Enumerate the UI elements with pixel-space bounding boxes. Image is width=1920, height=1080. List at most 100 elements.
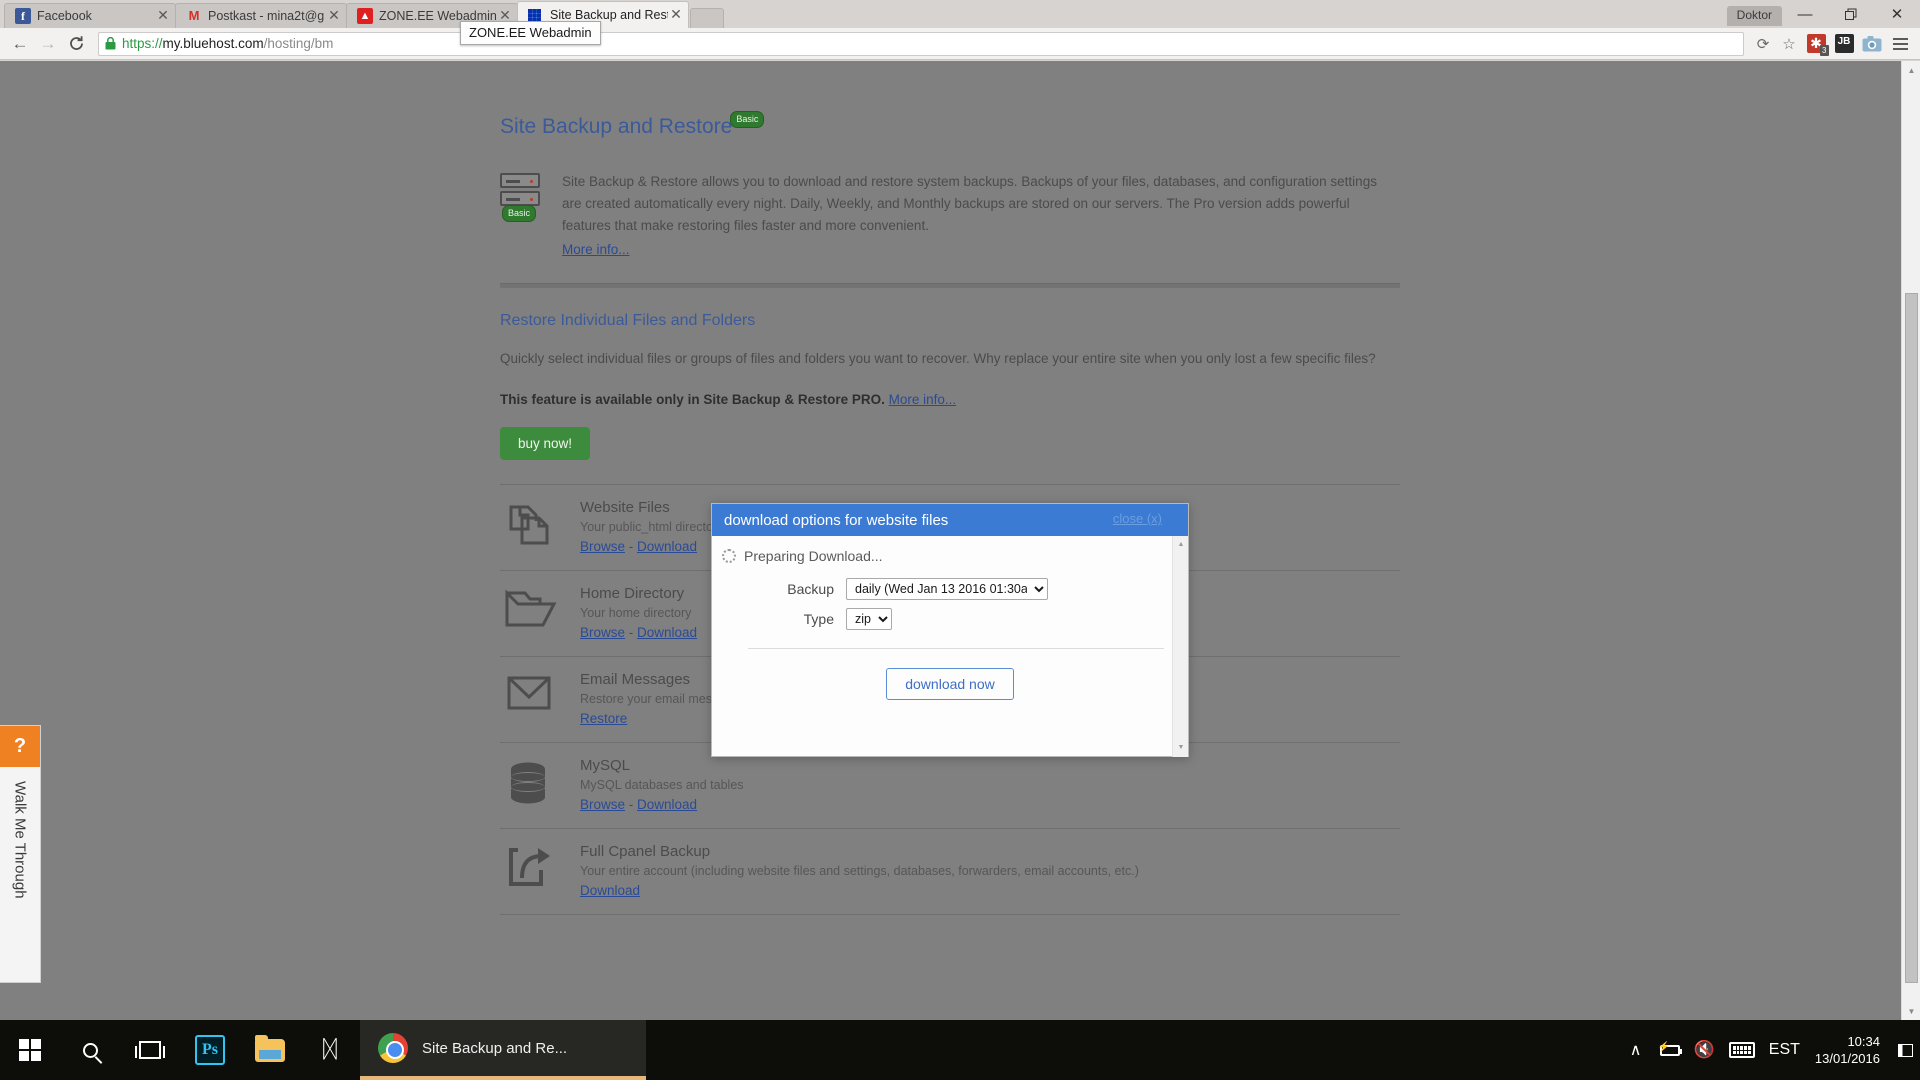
download-link[interactable]: Download xyxy=(637,539,697,554)
buy-now-button[interactable]: buy now! xyxy=(500,427,591,460)
spinner-icon xyxy=(722,549,736,563)
sync-icon[interactable]: ⟳ xyxy=(1750,32,1776,56)
tab-title: Facebook xyxy=(37,9,92,23)
page-content: Site Backup and Restore Basic Basic Site … xyxy=(500,61,1400,915)
files-icon xyxy=(500,499,562,554)
close-icon[interactable]: ✕ xyxy=(155,8,171,24)
more-info-link[interactable]: More info... xyxy=(562,242,630,257)
browse-link[interactable]: Browse xyxy=(580,539,625,554)
bookmark-star-icon[interactable]: ☆ xyxy=(1776,32,1802,56)
tray-battery-button[interactable]: ⚡ xyxy=(1653,1020,1687,1080)
download-now-button[interactable]: download now xyxy=(886,668,1014,700)
walk-me-through-tab[interactable]: ? Walk Me Through xyxy=(0,725,41,983)
browser-toolbar: ← → https://my.bluehost.com/hosting/bm ⟳… xyxy=(0,28,1920,60)
database-icon xyxy=(500,757,562,812)
close-icon[interactable]: ✕ xyxy=(668,7,684,23)
scroll-up-icon[interactable]: ▲ xyxy=(1173,536,1189,552)
browse-link[interactable]: Browse xyxy=(580,625,625,640)
scroll-down-icon[interactable]: ▼ xyxy=(1173,739,1189,755)
task-view-icon xyxy=(135,1041,165,1059)
tray-overflow-button[interactable]: ∧ xyxy=(1619,1020,1653,1080)
address-bar[interactable]: https://my.bluehost.com/hosting/bm xyxy=(98,31,1744,56)
task-view-button[interactable] xyxy=(120,1020,180,1080)
type-field-row: Type zip xyxy=(712,608,1188,630)
adblock-plus-extension-button[interactable]: ✱ 3 xyxy=(1802,30,1830,58)
close-icon[interactable]: ✕ xyxy=(326,8,342,24)
lock-icon xyxy=(105,37,116,50)
reload-button[interactable] xyxy=(62,30,90,58)
page-scrollbar[interactable]: ▲ ▼ xyxy=(1901,61,1920,1020)
backup-field-row: Backup daily (Wed Jan 13 2016 01:30am) xyxy=(712,578,1188,600)
screenshot-extension-button[interactable] xyxy=(1858,30,1886,58)
restore-icon xyxy=(1844,8,1856,20)
forward-button[interactable]: → xyxy=(34,30,62,58)
dialog-close-link[interactable]: close (x) xyxy=(1113,511,1162,526)
taskbar-file-explorer-button[interactable] xyxy=(240,1020,300,1080)
screenshot-camera-icon xyxy=(1862,36,1882,52)
dialog-titlebar: download options for website files close… xyxy=(712,504,1188,536)
jetbrains-extension-button[interactable]: JB xyxy=(1830,30,1858,58)
clock-date: 13/01/2016 xyxy=(1814,1051,1880,1066)
window-controls: Doktor — ✕ xyxy=(1726,0,1920,28)
restore-button[interactable] xyxy=(1828,0,1874,28)
close-window-button[interactable]: ✕ xyxy=(1874,0,1920,28)
link-separator: - xyxy=(625,539,638,554)
intro-block: Basic Site Backup & Restore allows you t… xyxy=(500,171,1400,261)
tab-title: Site Backup and Rest xyxy=(550,8,668,22)
backup-select[interactable]: daily (Wed Jan 13 2016 01:30am) xyxy=(846,578,1048,600)
restore-section-body: Quickly select individual files or group… xyxy=(500,351,1376,366)
help-question-icon: ? xyxy=(0,726,40,767)
scroll-down-icon[interactable]: ▼ xyxy=(1902,1002,1920,1020)
taskbar-photoshop-button[interactable]: Ps xyxy=(180,1020,240,1080)
row-body: MySQL MySQL databases and tables Browse … xyxy=(580,757,1400,812)
browse-link[interactable]: Browse xyxy=(580,797,625,812)
pro-note-text: This feature is available only in Site B… xyxy=(500,392,885,407)
minimize-button[interactable]: — xyxy=(1782,0,1828,28)
profile-chip[interactable]: Doktor xyxy=(1726,5,1782,26)
foobar2000-icon: ᛞ xyxy=(322,1036,338,1063)
pro-note: This feature is available only in Site B… xyxy=(500,392,1400,407)
windows-logo-icon xyxy=(19,1039,41,1061)
taskbar-foobar2000-button[interactable]: ᛞ xyxy=(300,1020,360,1080)
clock-time: 10:34 xyxy=(1847,1034,1880,1049)
notification-center-button[interactable] xyxy=(1894,1020,1916,1080)
taskbar-active-window-button[interactable]: Site Backup and Re... xyxy=(360,1020,646,1080)
download-link[interactable]: Download xyxy=(580,883,640,898)
plan-badge-basic: Basic xyxy=(730,111,765,128)
tray-language-button[interactable]: EST xyxy=(1762,1020,1807,1080)
system-tray: ∧ ⚡ 🔇 EST 10:34 13/01/2016 xyxy=(1619,1020,1920,1080)
search-button[interactable] xyxy=(60,1020,120,1080)
row-links: Download xyxy=(580,883,1400,898)
share-arrow-icon xyxy=(500,843,562,898)
browser-tab-postkast[interactable]: M Postkast - mina2t@g ✕ xyxy=(175,3,347,28)
tab-tooltip: ZONE.EE Webadmin xyxy=(460,21,601,45)
back-button[interactable]: ← xyxy=(6,30,34,58)
row-title: Full Cpanel Backup xyxy=(580,843,711,860)
scroll-up-icon[interactable]: ▲ xyxy=(1902,61,1920,79)
row-description: Your entire account (including website f… xyxy=(580,864,1139,878)
link-separator: - xyxy=(625,797,638,812)
tray-volume-button[interactable]: 🔇 xyxy=(1687,1020,1722,1080)
dialog-scrollbar[interactable]: ▲ ▼ xyxy=(1172,536,1188,757)
type-select[interactable]: zip xyxy=(846,608,892,630)
search-icon xyxy=(82,1042,98,1058)
browser-tab-facebook[interactable]: f Facebook ✕ xyxy=(4,3,176,28)
download-link[interactable]: Download xyxy=(637,625,697,640)
row-links: Browse - Download xyxy=(580,797,1400,812)
restore-link[interactable]: Restore xyxy=(580,711,627,726)
preparing-status-text: Preparing Download... xyxy=(744,548,883,564)
jetbrains-icon: JB xyxy=(1834,34,1854,53)
tray-keyboard-button[interactable] xyxy=(1722,1020,1762,1080)
envelope-icon xyxy=(500,671,562,726)
taskbar-clock[interactable]: 10:34 13/01/2016 xyxy=(1807,1033,1894,1067)
new-tab-button[interactable] xyxy=(690,8,724,28)
start-button[interactable] xyxy=(0,1020,60,1080)
link-separator: - xyxy=(625,625,638,640)
scrollbar-thumb[interactable] xyxy=(1905,293,1918,983)
chrome-menu-button[interactable] xyxy=(1886,30,1914,58)
battery-charging-icon: ⚡ xyxy=(1658,1042,1682,1056)
type-label: Type xyxy=(803,611,834,627)
pro-more-info-link[interactable]: More info... xyxy=(889,392,957,407)
taskbar-window-label: Site Backup and Re... xyxy=(422,1039,568,1057)
download-link[interactable]: Download xyxy=(637,797,697,812)
